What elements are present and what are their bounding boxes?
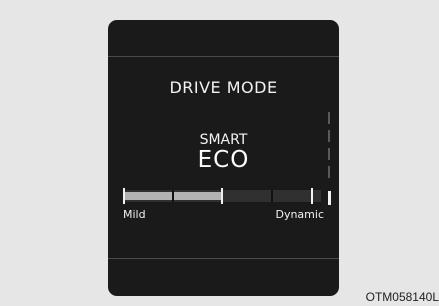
scroll-track-segment xyxy=(328,148,330,160)
scroll-track-segment xyxy=(328,166,330,178)
gauge-divider xyxy=(172,190,174,202)
screen-title: DRIVE MODE xyxy=(169,78,278,97)
instrument-cluster-display: DRIVE MODE SMART ECO Mild Dynamic xyxy=(108,20,339,296)
gauge-min-label: Mild xyxy=(123,208,146,221)
top-status-strip xyxy=(108,20,339,57)
gauge-right-cap xyxy=(311,188,313,204)
figure-code-caption: OTM058140L xyxy=(365,290,439,304)
scroll-track-segment xyxy=(328,112,330,124)
gauge-left-cap xyxy=(123,188,125,204)
scroll-thumb xyxy=(328,191,331,205)
drive-style-gauge xyxy=(123,188,321,204)
bottom-status-strip xyxy=(108,258,339,296)
gauge-max-label: Dynamic xyxy=(275,208,324,221)
mode-name-line1: SMART xyxy=(199,132,248,148)
gauge-divider xyxy=(271,190,273,202)
gauge-level-marker xyxy=(221,188,223,204)
mode-name-line2: ECO xyxy=(197,147,250,173)
menu-scroll-indicator xyxy=(328,112,331,205)
scroll-track-segment xyxy=(328,130,330,142)
